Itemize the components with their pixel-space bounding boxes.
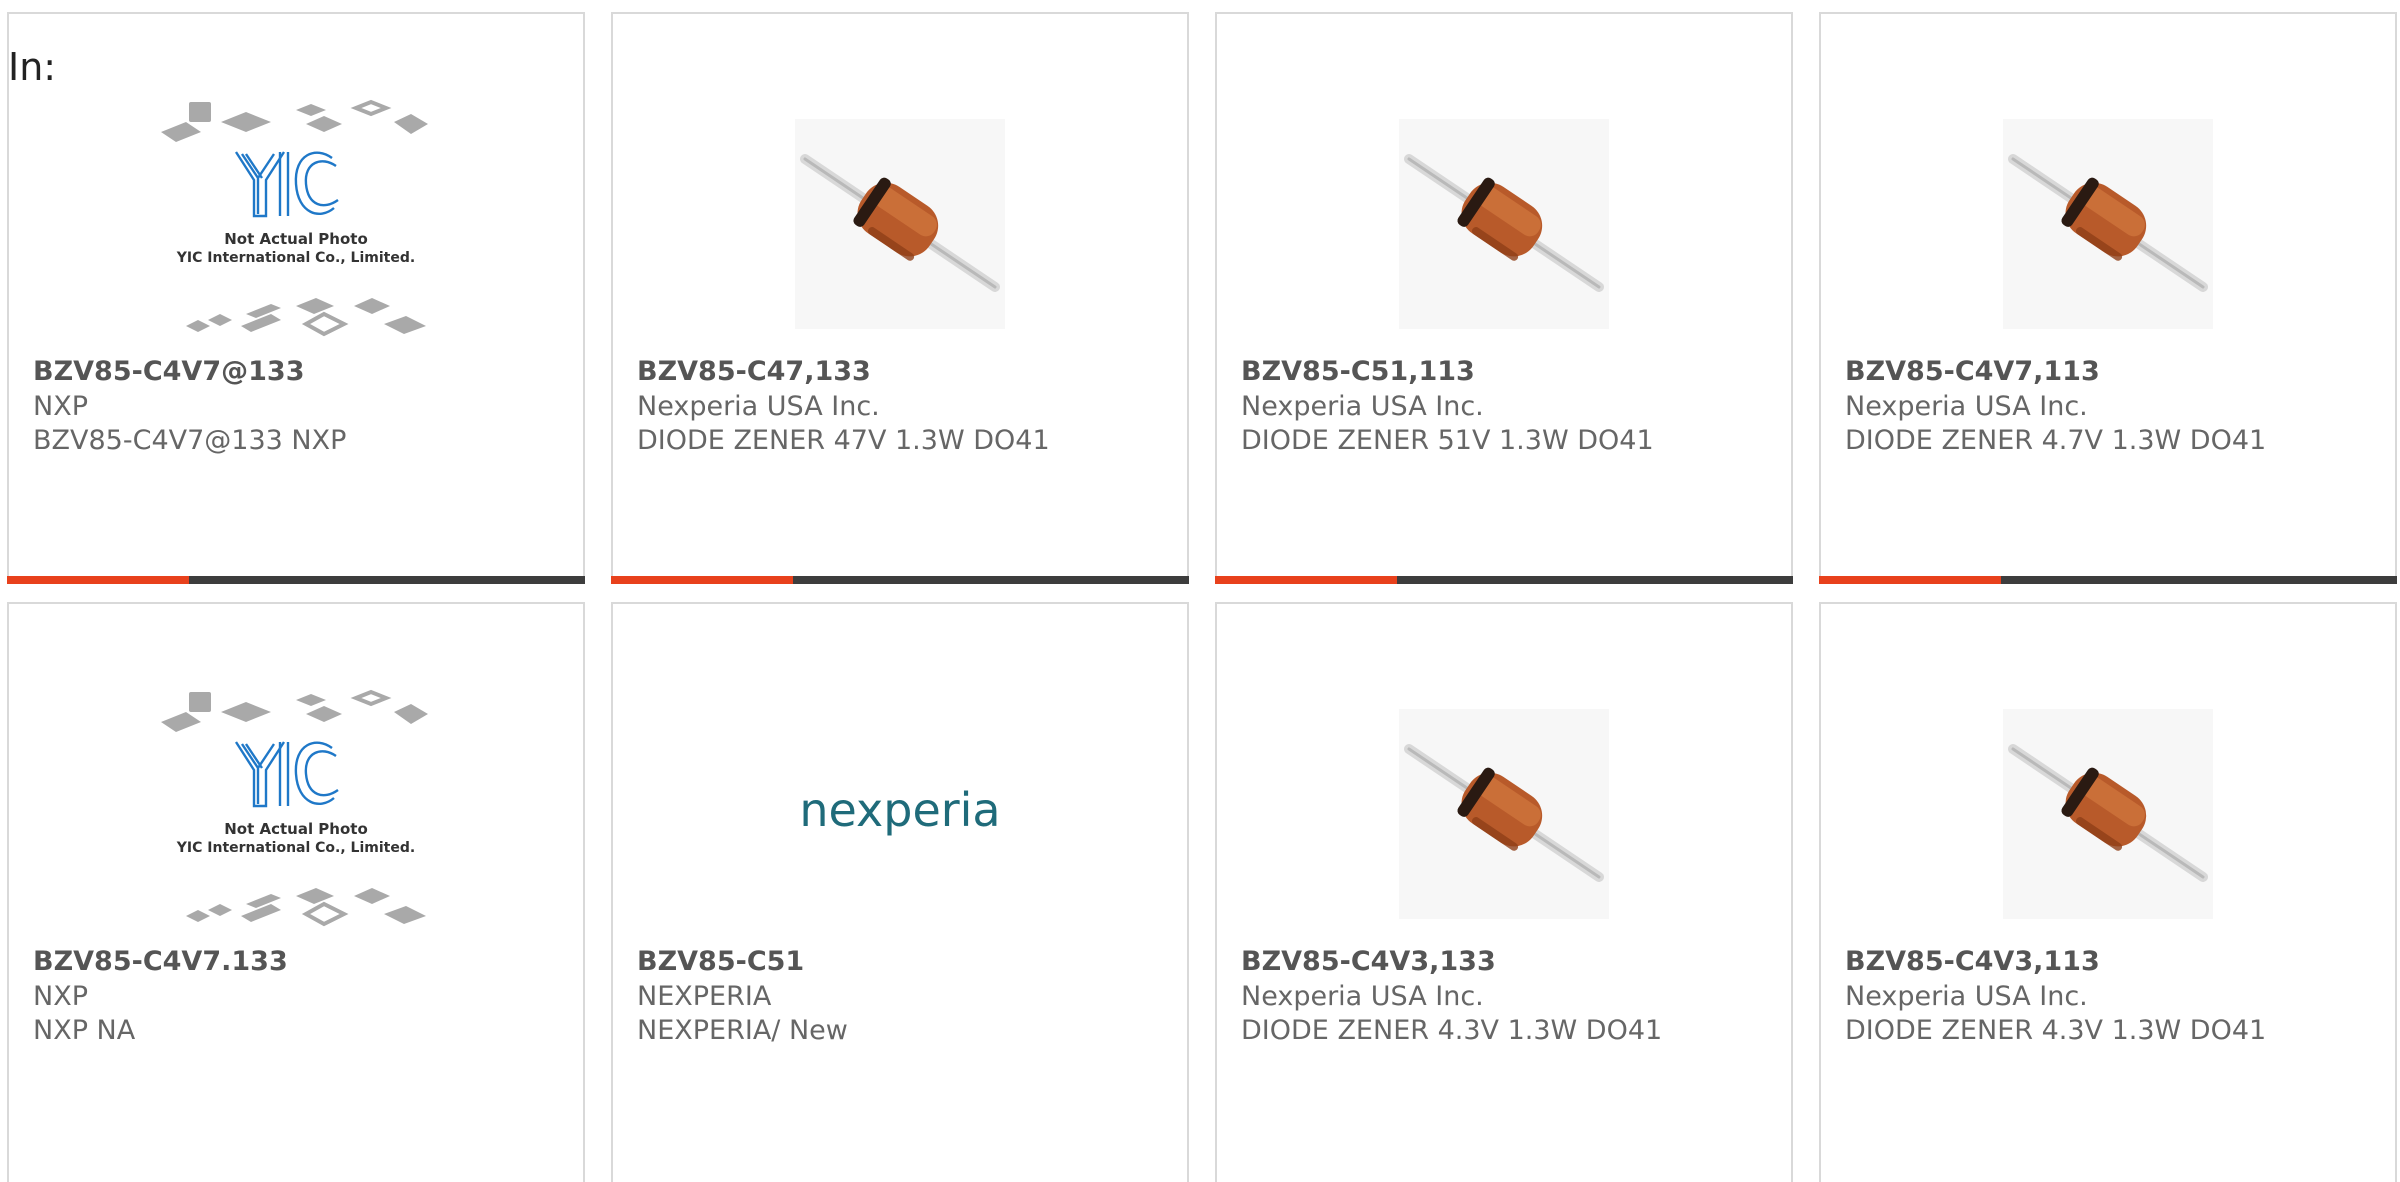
description: DIODE ZENER 4.7V 1.3W DO41: [1845, 425, 2267, 456]
manufacturer: Nexperia USA Inc.: [637, 391, 880, 422]
svg-text:YIC International Co., Limited: YIC International Co., Limited.: [176, 840, 415, 856]
description: BZV85-C4V7@133 NXP: [33, 425, 347, 456]
part-number-link[interactable]: BZV85-C4V7.133: [33, 946, 288, 977]
zener-diode-icon: [795, 119, 1005, 329]
svg-text:Not Actual Photo: Not Actual Photo: [224, 230, 368, 248]
part-number-link[interactable]: BZV85-C51: [637, 946, 804, 977]
description: NXP NA: [33, 1015, 136, 1046]
part-number-link[interactable]: BZV85-C47,133: [637, 356, 871, 387]
part-number-link[interactable]: BZV85-C4V3,113: [1845, 946, 2100, 977]
svg-text:nexperia: nexperia: [799, 783, 1000, 837]
part-number-link[interactable]: BZV85-C4V7@133: [33, 356, 304, 387]
product-image[interactable]: [1821, 84, 2395, 364]
product-image[interactable]: [613, 84, 1187, 364]
product-card[interactable]: BZV85-C4V7,113 Nexperia USA Inc. DIODE ZEN…: [1819, 12, 2397, 584]
product-card[interactable]: BZV85-C47,133 Nexperia USA Inc. DIODE ZENE…: [611, 12, 1189, 584]
manufacturer: Nexperia USA Inc.: [1241, 391, 1484, 422]
zener-diode-icon: [1399, 709, 1609, 919]
svg-text:YIC International Co., Limited: YIC International Co., Limited.: [176, 250, 415, 266]
product-image[interactable]: [1821, 674, 2395, 954]
card-bottom-bar: [1215, 576, 1793, 584]
zener-diode-icon: [2003, 709, 2213, 919]
manufacturer: NXP: [33, 391, 88, 422]
section-label: In:: [8, 45, 57, 89]
product-card[interactable]: Not Actual Photo YIC International Co., …: [7, 602, 585, 1182]
zener-diode-icon: [1399, 119, 1609, 329]
card-accent-bar: [7, 576, 189, 584]
card-accent-bar: [611, 576, 793, 584]
product-card[interactable]: nexperia BZV85-C51 NEXPERIA NEXPERIA/ New: [611, 602, 1189, 1182]
product-card[interactable]: Not Actual Photo YIC International Co., …: [7, 12, 585, 584]
product-image[interactable]: Not Actual Photo YIC International Co., …: [9, 84, 583, 364]
description: NEXPERIA/ New: [637, 1015, 848, 1046]
card-accent-bar: [1819, 576, 2001, 584]
manufacturer: NXP: [33, 981, 88, 1012]
description: DIODE ZENER 47V 1.3W DO41: [637, 425, 1050, 456]
yic-placeholder-icon: Not Actual Photo YIC International Co., …: [161, 689, 428, 927]
card-accent-bar: [1215, 576, 1397, 584]
manufacturer: Nexperia USA Inc.: [1241, 981, 1484, 1012]
svg-text:Not Actual Photo: Not Actual Photo: [224, 820, 368, 838]
manufacturer: NEXPERIA: [637, 981, 772, 1012]
product-image[interactable]: [1217, 84, 1791, 364]
nexperia-logo[interactable]: nexperia: [613, 674, 1187, 954]
description: DIODE ZENER 51V 1.3W DO41: [1241, 425, 1654, 456]
part-number-link[interactable]: BZV85-C4V3,133: [1241, 946, 1496, 977]
description: DIODE ZENER 4.3V 1.3W DO41: [1845, 1015, 2267, 1046]
manufacturer: Nexperia USA Inc.: [1845, 391, 2088, 422]
manufacturer: Nexperia USA Inc.: [1845, 981, 2088, 1012]
product-card[interactable]: BZV85-C51,113 Nexperia USA Inc. DIODE ZENE…: [1215, 12, 1793, 584]
card-bottom-bar: [1819, 576, 2397, 584]
yic-placeholder-icon: Not Actual Photo YIC International Co., …: [161, 99, 428, 337]
card-bottom-bar: [7, 576, 585, 584]
zener-diode-icon: [2003, 119, 2213, 329]
product-image[interactable]: [1217, 674, 1791, 954]
nexperia-logo-icon: nexperia: [799, 783, 1000, 837]
part-number-link[interactable]: BZV85-C51,113: [1241, 356, 1475, 387]
card-bottom-bar: [611, 576, 1189, 584]
description: DIODE ZENER 4.3V 1.3W DO41: [1241, 1015, 1663, 1046]
product-card[interactable]: BZV85-C4V3,133 Nexperia USA Inc. DIODE ZEN…: [1215, 602, 1793, 1182]
product-image[interactable]: Not Actual Photo YIC International Co., …: [9, 674, 583, 954]
product-card[interactable]: BZV85-C4V3,113 Nexperia USA Inc. DIODE ZEN…: [1819, 602, 2397, 1182]
part-number-link[interactable]: BZV85-C4V7,113: [1845, 356, 2100, 387]
